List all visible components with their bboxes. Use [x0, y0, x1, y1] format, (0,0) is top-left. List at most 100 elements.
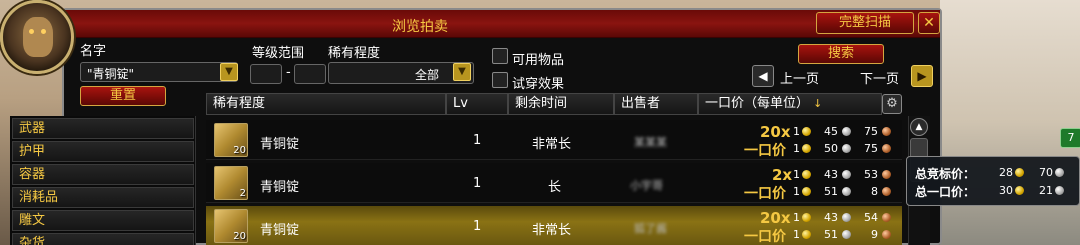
bid-gold: 1: [793, 168, 800, 181]
col-time-header[interactable]: 剩余时间: [508, 93, 614, 115]
buyout-header-label: 一口价（每单位）: [705, 96, 810, 111]
total-buyout-label: 总一口价：: [915, 185, 976, 199]
buyout-copper: 8: [871, 185, 878, 198]
buyout-silver: 51: [824, 228, 838, 241]
buyout-silver: 50: [824, 142, 838, 155]
prev-page-label: 上一页: [780, 72, 820, 87]
gold-coin-icon: [802, 213, 811, 222]
name-input[interactable]: "青铜锭": [80, 62, 238, 82]
buyout-label: 一口价: [744, 143, 786, 159]
name-label: 名字: [80, 44, 107, 59]
col-rarity-header[interactable]: 稀有程度: [206, 93, 446, 115]
rarity-dropdown-icon[interactable]: ▼: [453, 63, 471, 81]
name-dropdown-icon[interactable]: ▼: [220, 63, 238, 81]
usable-items-checkbox[interactable]: [492, 48, 508, 64]
category-item[interactable]: 武器: [12, 118, 194, 139]
usable-items-label: 可用物品: [512, 53, 565, 68]
copper-coin-icon: [882, 144, 891, 153]
title-bar: [64, 10, 940, 38]
silver-coin-icon: [1055, 168, 1064, 177]
category-item[interactable]: 护甲: [12, 141, 194, 162]
silver-coin-icon: [1055, 186, 1064, 195]
col-buyout-header[interactable]: 一口价（每单位） ↓: [698, 93, 882, 115]
preview-label: 试穿效果: [512, 77, 565, 92]
bid-gold: 1: [793, 211, 800, 224]
gold-coin-icon: [802, 187, 811, 196]
col-seller-header[interactable]: 出售者: [614, 93, 698, 115]
silver-coin-icon: [842, 170, 851, 179]
item-level: 1: [473, 176, 482, 191]
copper-coin-icon: [882, 230, 891, 239]
item-name: 青铜锭: [260, 223, 300, 238]
preview-checkbox[interactable]: [492, 72, 508, 88]
portrait-icon: [0, 0, 74, 74]
copper-coin-icon: [882, 187, 891, 196]
buyout-gold: 1: [793, 185, 800, 198]
total-bid-gold: 28: [999, 166, 1013, 179]
item-level: 1: [473, 133, 482, 148]
gold-coin-icon: [802, 144, 811, 153]
reset-button[interactable]: 重置: [80, 86, 166, 106]
search-button[interactable]: 搜索: [798, 44, 884, 64]
buyout-copper: 9: [871, 228, 878, 241]
bronze-bar-icon: 20: [214, 123, 248, 157]
time-left: 非常长: [532, 137, 572, 152]
buyout-label: 一口价: [744, 186, 786, 202]
time-left: 非常长: [532, 223, 572, 238]
close-icon[interactable]: ✕: [918, 12, 940, 34]
buyout-label: 一口价: [744, 229, 786, 245]
silver-coin-icon: [842, 230, 851, 239]
bid-copper: 75: [864, 125, 878, 138]
scroll-up-icon[interactable]: ▲: [910, 118, 928, 136]
bronze-bar-icon: 2: [214, 166, 248, 200]
level-min-input[interactable]: [250, 64, 282, 84]
silver-coin-icon: [842, 127, 851, 136]
bid-copper: 53: [864, 168, 878, 181]
next-page-icon[interactable]: ▶: [911, 65, 933, 87]
item-level: 1: [473, 219, 482, 234]
item-name: 青铜锭: [260, 180, 300, 195]
gold-coin-icon: [1015, 186, 1024, 195]
stack-qty: 20x: [760, 209, 791, 227]
gold-coin-icon: [1015, 168, 1024, 177]
full-scan-button[interactable]: 完整扫描: [816, 12, 914, 34]
gold-coin-icon: [802, 170, 811, 179]
game-world-right: [940, 0, 1080, 245]
bronze-bar-icon: 20: [214, 209, 248, 243]
window-title: 浏览拍卖: [392, 19, 448, 35]
prev-page-icon[interactable]: ◀: [752, 65, 774, 87]
gold-coin-icon: [802, 127, 811, 136]
total-bid-silver: 70: [1039, 166, 1053, 179]
level-max-input[interactable]: [294, 64, 326, 84]
col-lv-header[interactable]: Lv: [446, 93, 508, 115]
table-row[interactable]: 20 青铜锭 1 非常长 某某某 20x 一口价 1 45 75 1 50 75: [206, 120, 902, 160]
name-input-value: "青铜锭": [87, 67, 135, 81]
gear-icon[interactable]: ⚙: [882, 94, 902, 114]
next-page-label: 下一页: [860, 72, 900, 87]
time-left: 长: [548, 180, 562, 195]
gold-coin-icon: [802, 230, 811, 239]
table-row[interactable]: 2 青铜锭 1 长 小宇哥 2x 一口价 1 43 53 1 51 8: [206, 163, 902, 203]
rarity-label: 稀有程度: [328, 46, 381, 61]
bid-silver: 45: [824, 125, 838, 138]
silver-coin-icon: [842, 187, 851, 196]
silver-coin-icon: [842, 144, 851, 153]
buyout-silver: 51: [824, 185, 838, 198]
bid-silver: 43: [824, 211, 838, 224]
total-bid-label: 总竞标价：: [915, 167, 976, 181]
buyout-gold: 1: [793, 228, 800, 241]
category-item[interactable]: 杂货: [12, 233, 194, 245]
seller-name: 小宇哥: [630, 179, 663, 192]
sort-desc-icon: ↓: [813, 97, 823, 110]
table-row-selected[interactable]: 20 青铜锭 1 非常长 狐了酱 20x 一口价 1 43 54 1 51 9: [206, 206, 902, 245]
seller-name: 狐了酱: [634, 222, 667, 235]
price-tooltip: 总竞标价： 28 70 总一口价： 30 21: [906, 156, 1080, 206]
category-item[interactable]: 容器: [12, 164, 194, 185]
category-item[interactable]: 雕文: [12, 210, 194, 231]
level-separator: -: [286, 65, 291, 80]
category-item[interactable]: 消耗品: [12, 187, 194, 208]
level-badge: 7: [1060, 128, 1080, 148]
buyout-gold: 1: [793, 142, 800, 155]
seller-name: 某某某: [634, 136, 667, 149]
bid-gold: 1: [793, 125, 800, 138]
